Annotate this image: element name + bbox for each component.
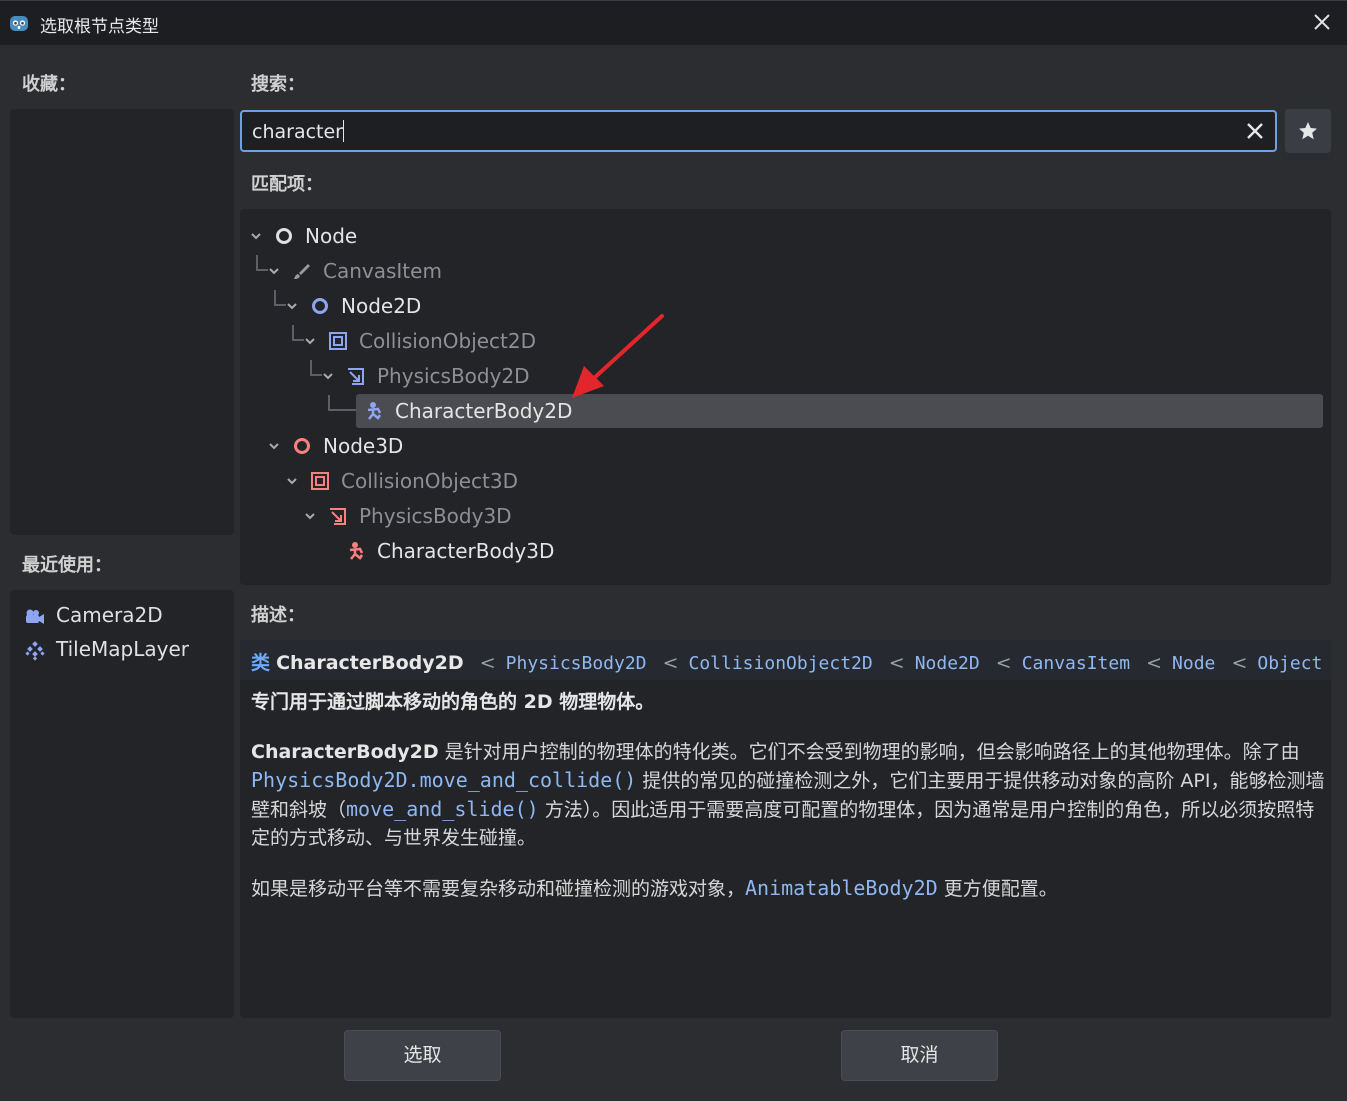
node2d-icon [312, 298, 328, 314]
description-paragraph: 如果是移动平台等不需要复杂移动和碰撞检测的游戏对象，AnimatableBody… [251, 876, 1058, 900]
node-icon [276, 228, 292, 244]
matches-label: 匹配项： [251, 174, 323, 195]
chevron-down-icon[interactable] [250, 230, 262, 242]
inherit-link[interactable]: Object [1257, 653, 1322, 674]
doc-link[interactable]: move_and_slide() [346, 797, 539, 821]
tree-guide [274, 290, 286, 306]
class-header: 类 CharacterBody2D < PhysicsBody2D < Collis… [240, 640, 1331, 680]
doc-link[interactable]: AnimatableBody2D [745, 876, 938, 900]
inherit-link[interactable]: PhysicsBody2D [506, 653, 647, 674]
tree-guide [310, 360, 322, 376]
class-name: CharacterBody2D [276, 652, 464, 674]
description-paragraph: CharacterBody2D 是针对用户控制的物理体的特化类。它们不会受到物理… [251, 741, 1325, 849]
summary-text: 专门用于通过脚本移动的角色的 2D 物理物体。 [251, 691, 655, 713]
description-text: 专门用于通过脚本移动的角色的 2D 物理物体。 CharacterBody2D … [251, 688, 1326, 925]
camera2d-icon [26, 609, 44, 624]
annotation-arrow-icon [572, 314, 664, 398]
inherit-link[interactable]: Node2D [915, 653, 980, 674]
characterbody3d-icon [349, 542, 364, 560]
class-keyword: 类 [251, 652, 271, 674]
recent-label: 最近使用： [22, 555, 112, 576]
godot-logo-icon [10, 16, 28, 31]
chevron-down-icon[interactable] [322, 370, 334, 382]
cancel-button[interactable]: 取消 [841, 1030, 998, 1081]
collisionobject3d-icon [311, 472, 329, 490]
search-label: 搜索： [251, 74, 305, 95]
favorite-button[interactable] [1285, 109, 1331, 153]
chevron-down-icon[interactable] [304, 335, 316, 347]
close-icon[interactable] [1311, 11, 1333, 33]
chevron-down-icon[interactable] [286, 475, 298, 487]
chevron-down-icon[interactable] [286, 300, 298, 312]
chevron-down-icon[interactable] [268, 265, 280, 277]
doc-link[interactable]: PhysicsBody2D.move_and_collide() [251, 768, 636, 792]
select-button[interactable]: 选取 [344, 1030, 501, 1081]
inherit-link[interactable]: CollisionObject2D [689, 653, 873, 674]
canvasitem-icon [294, 264, 310, 279]
tree-guide [328, 395, 356, 411]
clear-search-icon[interactable] [1245, 121, 1265, 141]
tilemaplayer-icon [25, 641, 45, 661]
star-icon [1299, 122, 1317, 140]
inherit-link[interactable]: CanvasItem [1022, 653, 1130, 674]
tree-guide [292, 325, 304, 341]
favorites-label: 收藏： [22, 74, 76, 95]
search-input[interactable]: character [240, 110, 1277, 152]
collisionobject2d-icon [329, 332, 347, 350]
node3d-icon [294, 438, 310, 454]
description-label: 描述： [251, 605, 305, 626]
window-title: 选取根节点类型 [40, 17, 159, 37]
physicsbody2d-icon [348, 368, 364, 385]
inherit-link[interactable]: Node [1172, 653, 1215, 674]
tree-guide [256, 255, 268, 271]
favorites-list[interactable] [10, 109, 234, 535]
characterbody2d-icon [367, 402, 382, 420]
physicsbody3d-icon [330, 508, 346, 525]
chevron-down-icon[interactable] [304, 510, 316, 522]
chevron-down-icon[interactable] [268, 440, 280, 452]
title-bar: 选取根节点类型 [0, 0, 1347, 45]
